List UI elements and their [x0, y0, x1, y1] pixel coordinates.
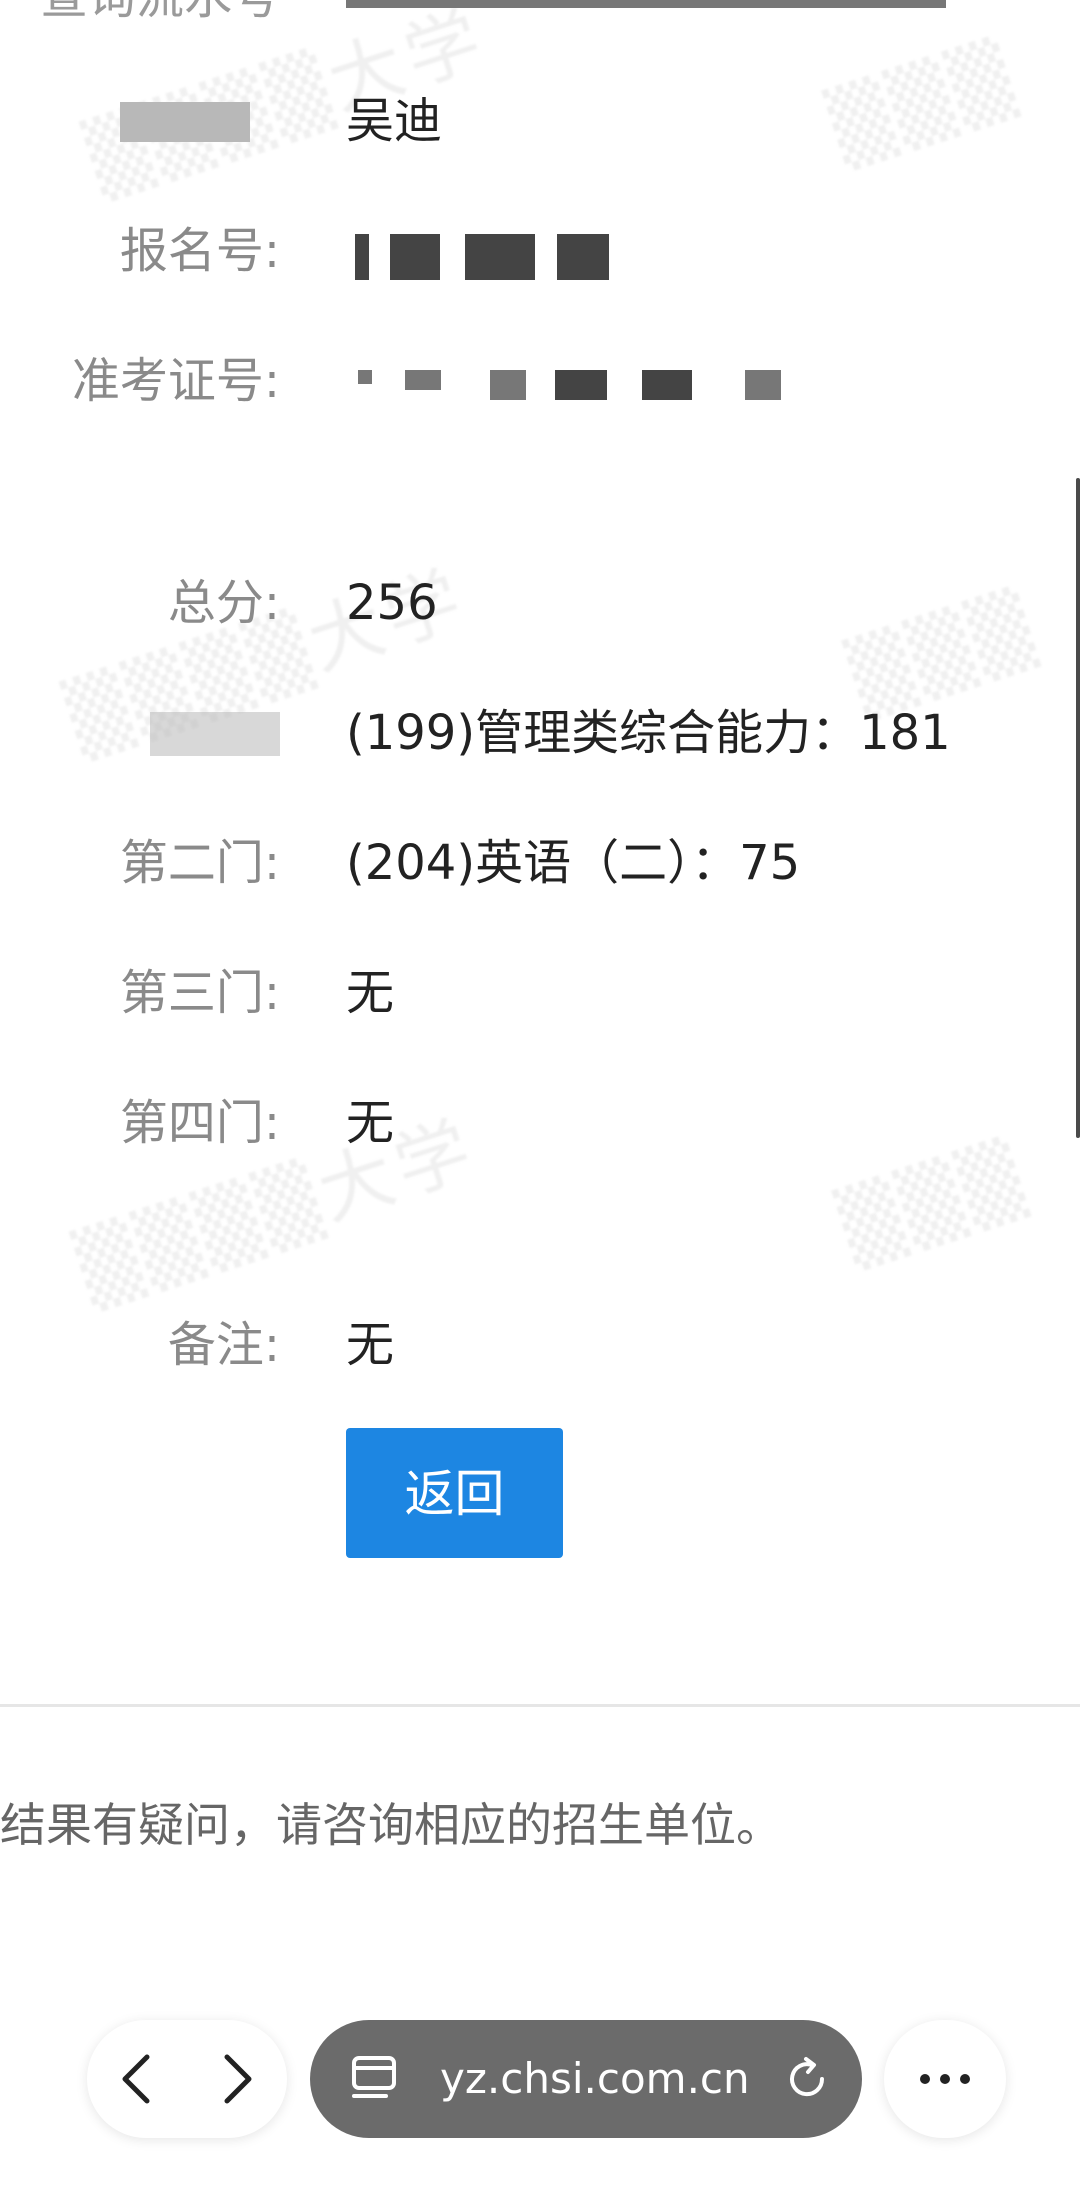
total-score-label: 总分: [167, 575, 280, 631]
name-row: 吴迪 [0, 86, 1080, 156]
reload-icon[interactable] [782, 2054, 832, 2104]
redacted-admission-value [490, 370, 526, 400]
back-arrow-icon [122, 2054, 150, 2104]
forward-arrow-icon [224, 2054, 252, 2104]
footer-note: 结果有疑问，请咨询相应的招生单位。 [0, 1798, 782, 1852]
remark-label: 备注: [167, 1317, 280, 1373]
redacted-admission-value [405, 370, 441, 390]
more-icon [920, 2074, 970, 2084]
back-button[interactable]: 返回 [346, 1428, 563, 1558]
page-info-icon[interactable] [346, 2050, 402, 2106]
subject2-value: (204)英语（二）：75 [346, 835, 801, 891]
redacted-registration-value [355, 234, 369, 280]
redacted-subject1-label [150, 712, 280, 756]
admission-row: 准考证号: [0, 346, 1080, 416]
subject1-row: (199)管理类综合能力：181 [0, 698, 1080, 768]
forward-nav-button[interactable] [187, 2020, 287, 2138]
subject1-value: (199)管理类综合能力：181 [346, 705, 951, 761]
registration-row: 报名号: [0, 216, 1080, 286]
back-nav-button[interactable] [87, 2020, 187, 2138]
name-value: 吴迪 [346, 93, 443, 149]
address-bar[interactable]: yz.chsi.com.cn [310, 2020, 862, 2138]
subject3-row: 第三门: 无 [0, 958, 1080, 1028]
total-score-row: 总分: 256 [0, 568, 1080, 638]
admission-label: 准考证号: [71, 353, 280, 409]
redacted-name-label [120, 102, 250, 142]
redacted-registration-value [465, 234, 535, 280]
history-nav-group [87, 2020, 287, 2138]
section-divider [0, 1704, 1080, 1707]
redacted-serial-value [346, 0, 946, 8]
subject3-value: 无 [346, 965, 395, 1021]
subject4-row: 第四门: 无 [0, 1088, 1080, 1158]
subject4-label: 第四门: [119, 1095, 280, 1151]
query-serial-row: 查询流水号 [0, 0, 1080, 32]
redacted-admission-value [745, 370, 781, 400]
score-result-page: ▒▒▒▒大学 ▒▒▒ ▒▒▒▒大学 ▒▒▒ ▒▒▒▒大学 ▒▒▒ 查询流水号 吴… [0, 0, 1080, 2191]
page-scrollbar[interactable] [1076, 478, 1080, 1138]
redacted-registration-value [557, 234, 609, 280]
total-score-value: 256 [346, 575, 438, 631]
remark-row: 备注: 无 [0, 1310, 1080, 1380]
subject4-value: 无 [346, 1095, 395, 1151]
redacted-admission-value [358, 370, 372, 384]
redacted-registration-value [390, 234, 440, 280]
subject3-label: 第三门: [119, 965, 280, 1021]
redacted-admission-value [642, 370, 692, 400]
url-text[interactable]: yz.chsi.com.cn [440, 2020, 750, 2138]
query-serial-label: 查询流水号 [40, 0, 280, 32]
registration-label: 报名号: [119, 223, 280, 279]
more-menu-button[interactable] [884, 2020, 1006, 2138]
subject2-row: 第二门: (204)英语（二）：75 [0, 828, 1080, 898]
redacted-admission-value [555, 370, 607, 400]
subject2-label: 第二门: [119, 835, 280, 891]
remark-value: 无 [346, 1317, 395, 1373]
